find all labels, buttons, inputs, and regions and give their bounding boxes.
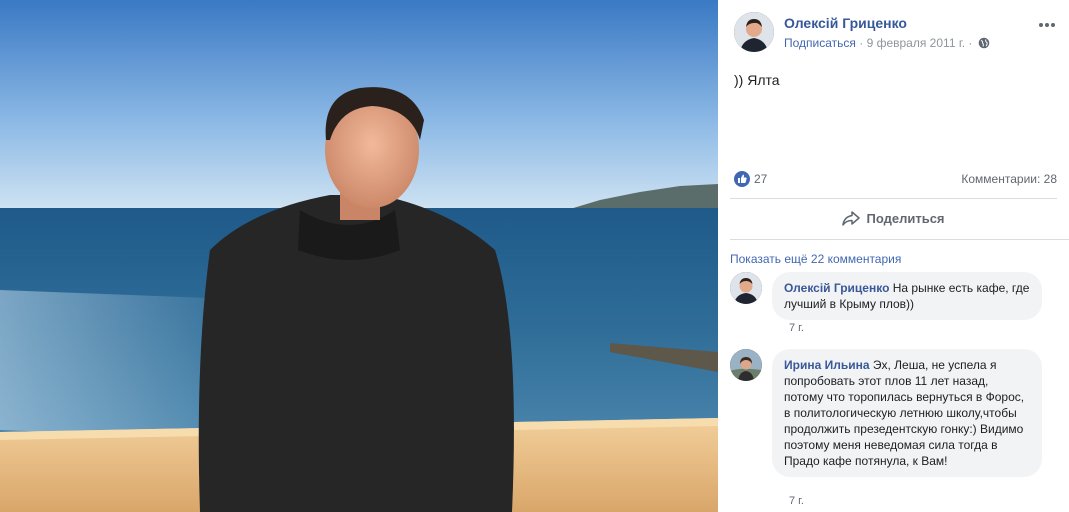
commenter-avatar[interactable] (730, 272, 762, 304)
comment-item: Олексій Гриценко На рынке есть кафе, где… (730, 272, 1059, 342)
avatar-image (730, 272, 762, 304)
commenter-avatar[interactable] (730, 349, 762, 381)
share-arrow-icon (842, 211, 861, 226)
divider (730, 198, 1057, 199)
comment-time[interactable]: 7 г. (789, 322, 804, 334)
post-photo[interactable] (0, 0, 718, 512)
post-details-panel: Олексій Гриценко Подписаться · 9 февраля… (718, 0, 1069, 512)
like-count[interactable]: 27 (754, 172, 767, 186)
comment-item: Ирина Ильина Эх, Леша, не успела я попро… (730, 349, 1059, 509)
post-stats: 27 Комментарии: 28 (734, 170, 1057, 190)
share-label: Поделиться (866, 210, 945, 226)
author-name-link[interactable]: Олексій Гриценко (784, 15, 907, 31)
post-text: )) Ялта (734, 72, 780, 88)
post-meta: Подписаться · 9 февраля 2011 г. · (784, 36, 990, 50)
comment-time[interactable]: 7 г. (789, 495, 804, 507)
comment-text: Эх, Леша, не успела я попробовать этот п… (784, 358, 1025, 468)
globe-icon (978, 37, 990, 49)
post-date[interactable]: · 9 февраля 2011 г. · (856, 36, 976, 50)
divider (730, 239, 1069, 240)
post-header: Олексій Гриценко Подписаться · 9 февраля… (734, 12, 1057, 54)
show-more-comments-link[interactable]: Показать ещё 22 комментария (730, 252, 901, 266)
avatar-image (734, 12, 774, 52)
subscribe-link[interactable]: Подписаться (784, 36, 856, 50)
post-viewer: Олексій Гриценко Подписаться · 9 февраля… (0, 0, 1069, 512)
share-button[interactable]: Поделиться (730, 200, 1057, 236)
like-thumb-icon (738, 174, 747, 183)
commenter-name[interactable]: Ирина Ильина (784, 358, 870, 372)
more-options-icon[interactable] (1037, 18, 1057, 32)
photo-scene (0, 0, 718, 512)
like-badge[interactable] (734, 171, 750, 187)
commenter-name[interactable]: Олексій Гриценко (784, 281, 889, 295)
author-avatar[interactable] (734, 12, 774, 52)
comment-count[interactable]: Комментарии: 28 (961, 172, 1057, 186)
comment-bubble: Ирина Ильина Эх, Леша, не успела я попро… (772, 349, 1042, 477)
avatar-image (730, 349, 762, 381)
comment-bubble: Олексій Гриценко На рынке есть кафе, где… (772, 272, 1042, 320)
